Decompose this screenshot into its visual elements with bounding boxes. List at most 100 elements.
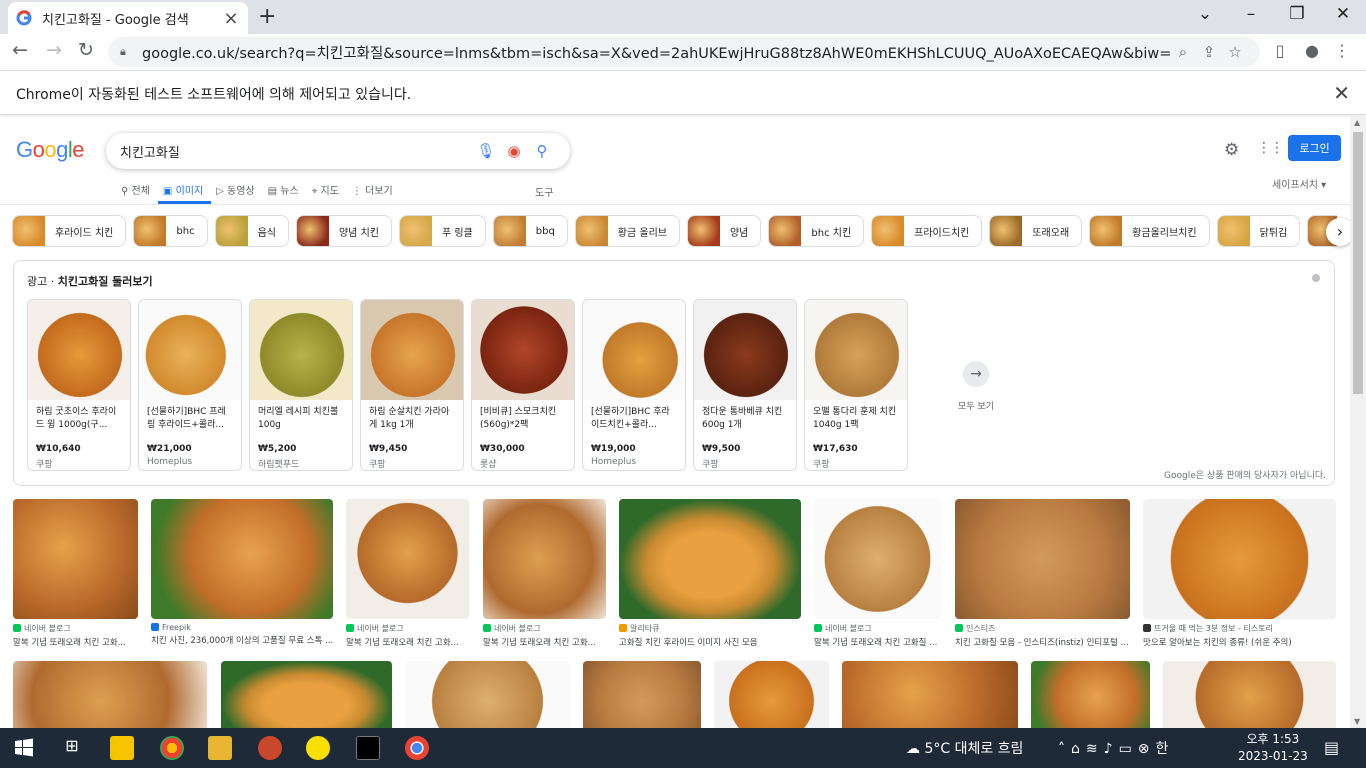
tab-search-icon[interactable]: ⌄ <box>1190 4 1220 24</box>
product-card[interactable]: 오뗄 통다리 훈제 치킨 1040g 1팩 ₩17,630 쿠팡 <box>804 299 908 471</box>
kakaotalk-icon[interactable] <box>306 736 330 760</box>
chip-1[interactable]: bhc <box>133 215 208 247</box>
image-result[interactable]: 뜨거울 때 먹는 3분 정보 - 티스토리 맛으로 알아보는 치킨의 종류! (쉬… <box>1143 499 1336 651</box>
notification-icon[interactable]: ▤ <box>1324 738 1339 757</box>
volume-icon[interactable]: ♪ <box>1104 741 1119 757</box>
image-result[interactable]: 네이버 블로그 말복 기념 또래오래 치킨 고화... <box>13 499 138 651</box>
result-image <box>1143 499 1336 619</box>
menu-icon[interactable]: ⋮ <box>1330 41 1354 60</box>
address-bar[interactable]: 🔒︎ google.co.uk/search?q=치킨고화질&source=ln… <box>108 37 1260 67</box>
tab-maps[interactable]: ⌖ 지도 <box>307 174 347 204</box>
product-card[interactable]: 머리엘 레시피 치킨볼 100g ₩5,200 하림펫푸드 <box>249 299 353 471</box>
tab-close-icon[interactable]: × <box>222 8 240 29</box>
share-icon[interactable]: ⇪ <box>1196 43 1222 61</box>
window-close-icon[interactable]: ✕ <box>1328 4 1358 24</box>
battery-icon[interactable]: ▭ <box>1119 741 1138 757</box>
tab-all[interactable]: ⚲ 전체 <box>116 174 158 204</box>
product-card[interactable]: [선물하기]BHC 후라이드치킨+콜라... ₩19,000 Homeplus <box>582 299 686 471</box>
weather-widget[interactable]: ☁ 5°C 대체로 흐림 <box>906 738 1023 758</box>
chrome-icon[interactable] <box>405 736 429 760</box>
tab-videos[interactable]: ▷ 동영상 <box>211 174 262 204</box>
restore-icon[interactable]: ❐ <box>1282 4 1312 24</box>
result-source: 네이버 블로그 <box>13 623 138 634</box>
bookmark-star-icon[interactable]: ☆ <box>1222 43 1248 61</box>
chip-12[interactable]: 닭튀김 <box>1216 215 1301 247</box>
browser-tab[interactable]: 치킨고화질 - Google 검색 × <box>8 2 248 34</box>
wifi-icon[interactable]: ≋ <box>1086 741 1104 757</box>
search-box[interactable]: 치킨고화질 🎙︎ ◉ ⚲ <box>106 133 570 169</box>
chip-10[interactable]: 또래오래 <box>989 215 1083 247</box>
image-result[interactable] <box>842 661 1018 728</box>
image-result[interactable] <box>221 661 392 728</box>
minimize-icon[interactable]: – <box>1236 4 1266 24</box>
zoom-icon[interactable]: ⌕ <box>1170 43 1196 61</box>
image-result[interactable] <box>13 661 207 728</box>
profile-icon[interactable]: ● <box>1300 41 1324 60</box>
scroll-up-icon[interactable]: ▲ <box>1354 118 1360 127</box>
image-result[interactable]: 네이버 블로그 말복 기념 또래오래 치킨 고화... <box>346 499 469 651</box>
info-icon[interactable] <box>1312 274 1320 282</box>
search-icon[interactable]: ⚲ <box>528 142 556 160</box>
side-panel-icon[interactable]: ▯ <box>1268 41 1292 60</box>
google-logo[interactable]: Google <box>16 137 85 163</box>
lens-camera-icon[interactable]: ◉ <box>500 142 528 160</box>
close-circle-icon[interactable]: ⊗ <box>1138 741 1156 757</box>
image-result[interactable] <box>1031 661 1150 728</box>
image-result[interactable]: Freepik 치킨 사진, 236,000개 이상의 고품질 무료 스톡 ... <box>151 499 333 651</box>
image-result[interactable]: 인스티즈 치킨 고화질 모음 - 인스티즈(instiz) 인티포털 ... <box>955 499 1130 651</box>
file-explorer-icon[interactable] <box>208 736 232 760</box>
lock-icon[interactable]: 🔒︎ <box>120 45 132 59</box>
terminal-icon[interactable] <box>356 736 380 760</box>
tools-button[interactable]: 도구 <box>535 184 553 199</box>
chevron-up-icon[interactable]: ˄ <box>1058 741 1071 757</box>
product-card[interactable]: 하림 굿초이스 후라이드 윙 1000g(구... ₩10,640 쿠팡 <box>27 299 131 471</box>
chip-0[interactable]: 후라이드 치킨 <box>12 215 127 247</box>
image-result[interactable] <box>405 661 570 728</box>
chip-5[interactable]: bbq <box>492 215 568 247</box>
chip-4[interactable]: 푸 링클 <box>398 215 486 247</box>
image-result[interactable] <box>583 661 701 728</box>
chip-6[interactable]: 황금 올리브 <box>574 215 680 247</box>
product-card[interactable]: 정다운 통바베큐 치킨 600g 1개 ₩9,500 쿠팡 <box>693 299 797 471</box>
see-all-button[interactable]: → 모두 보기 <box>938 361 1014 412</box>
chip-2[interactable]: 음식 <box>214 215 289 247</box>
image-result[interactable] <box>1163 661 1336 728</box>
page-scrollbar[interactable]: ▲ ▼ <box>1350 116 1366 728</box>
settings-gear-icon[interactable]: ⚙ <box>1224 140 1239 160</box>
chip-11[interactable]: 황금올리브치킨 <box>1089 215 1210 247</box>
new-tab-icon[interactable]: + <box>258 4 276 29</box>
login-button[interactable]: 로그인 <box>1288 135 1341 161</box>
image-result[interactable]: 네이버 블로그 말복 기념 또래오래 치킨 고화질 ... <box>814 499 941 651</box>
chip-9[interactable]: 프라이드치킨 <box>871 215 983 247</box>
task-view-icon[interactable]: ⊞ <box>60 736 84 760</box>
product-card[interactable]: [비비큐] 스모크치킨 (560g)*2팩 ₩30,000 롯샵 <box>471 299 575 471</box>
sticky-notes-icon[interactable] <box>110 736 134 760</box>
image-result[interactable]: 알리타큐 고화질 치킨 후라이드 이미지 사진 모음 <box>619 499 801 651</box>
chip-8[interactable]: bhc 치킨 <box>768 215 865 247</box>
scroll-thumb[interactable] <box>1353 132 1363 394</box>
microphone-icon[interactable]: 🎙︎ <box>472 142 500 160</box>
product-card[interactable]: 하림 순살치킨 가라아게 1kg 1개 ₩9,450 쿠팡 <box>360 299 464 471</box>
search-input[interactable]: 치킨고화질 <box>120 142 472 161</box>
chrome-dev-icon[interactable] <box>160 736 184 760</box>
windows-start-icon[interactable] <box>12 736 36 760</box>
forward-icon[interactable]: → <box>42 39 66 61</box>
image-result[interactable]: 네이버 블로그 말복 기념 또래오래 치킨 고화... <box>483 499 606 651</box>
back-icon[interactable]: ← <box>8 39 32 61</box>
ime-icon[interactable]: 한 <box>1156 741 1175 757</box>
chip-3[interactable]: 양념 치킨 <box>295 215 392 247</box>
powerpoint-icon[interactable] <box>258 736 282 760</box>
product-card[interactable]: [선물하기]BHC 프레 링 후라이드+콜라... ₩21,000 Homeplus <box>138 299 242 471</box>
clock[interactable]: 오후 1:53 2023-01-23 <box>1238 731 1308 765</box>
safesearch-toggle[interactable]: 세이프서치 ▾ <box>1272 176 1326 191</box>
infobar-close-icon[interactable]: ✕ <box>1333 81 1350 105</box>
tab-news[interactable]: ▤ 뉴스 <box>263 174 307 204</box>
tab-images[interactable]: ▣ 이미지 <box>157 174 212 204</box>
network-icon[interactable]: ⌂ <box>1071 741 1086 757</box>
tab-more[interactable]: ⋮ 더보기 <box>347 174 401 204</box>
scroll-down-icon[interactable]: ▼ <box>1354 717 1360 726</box>
chip-7[interactable]: 양념 <box>686 215 762 247</box>
image-result[interactable] <box>714 661 829 728</box>
system-tray[interactable]: ˄⌂≋♪▭⊗한 <box>1058 738 1174 758</box>
reload-icon[interactable]: ↻ <box>74 39 98 61</box>
